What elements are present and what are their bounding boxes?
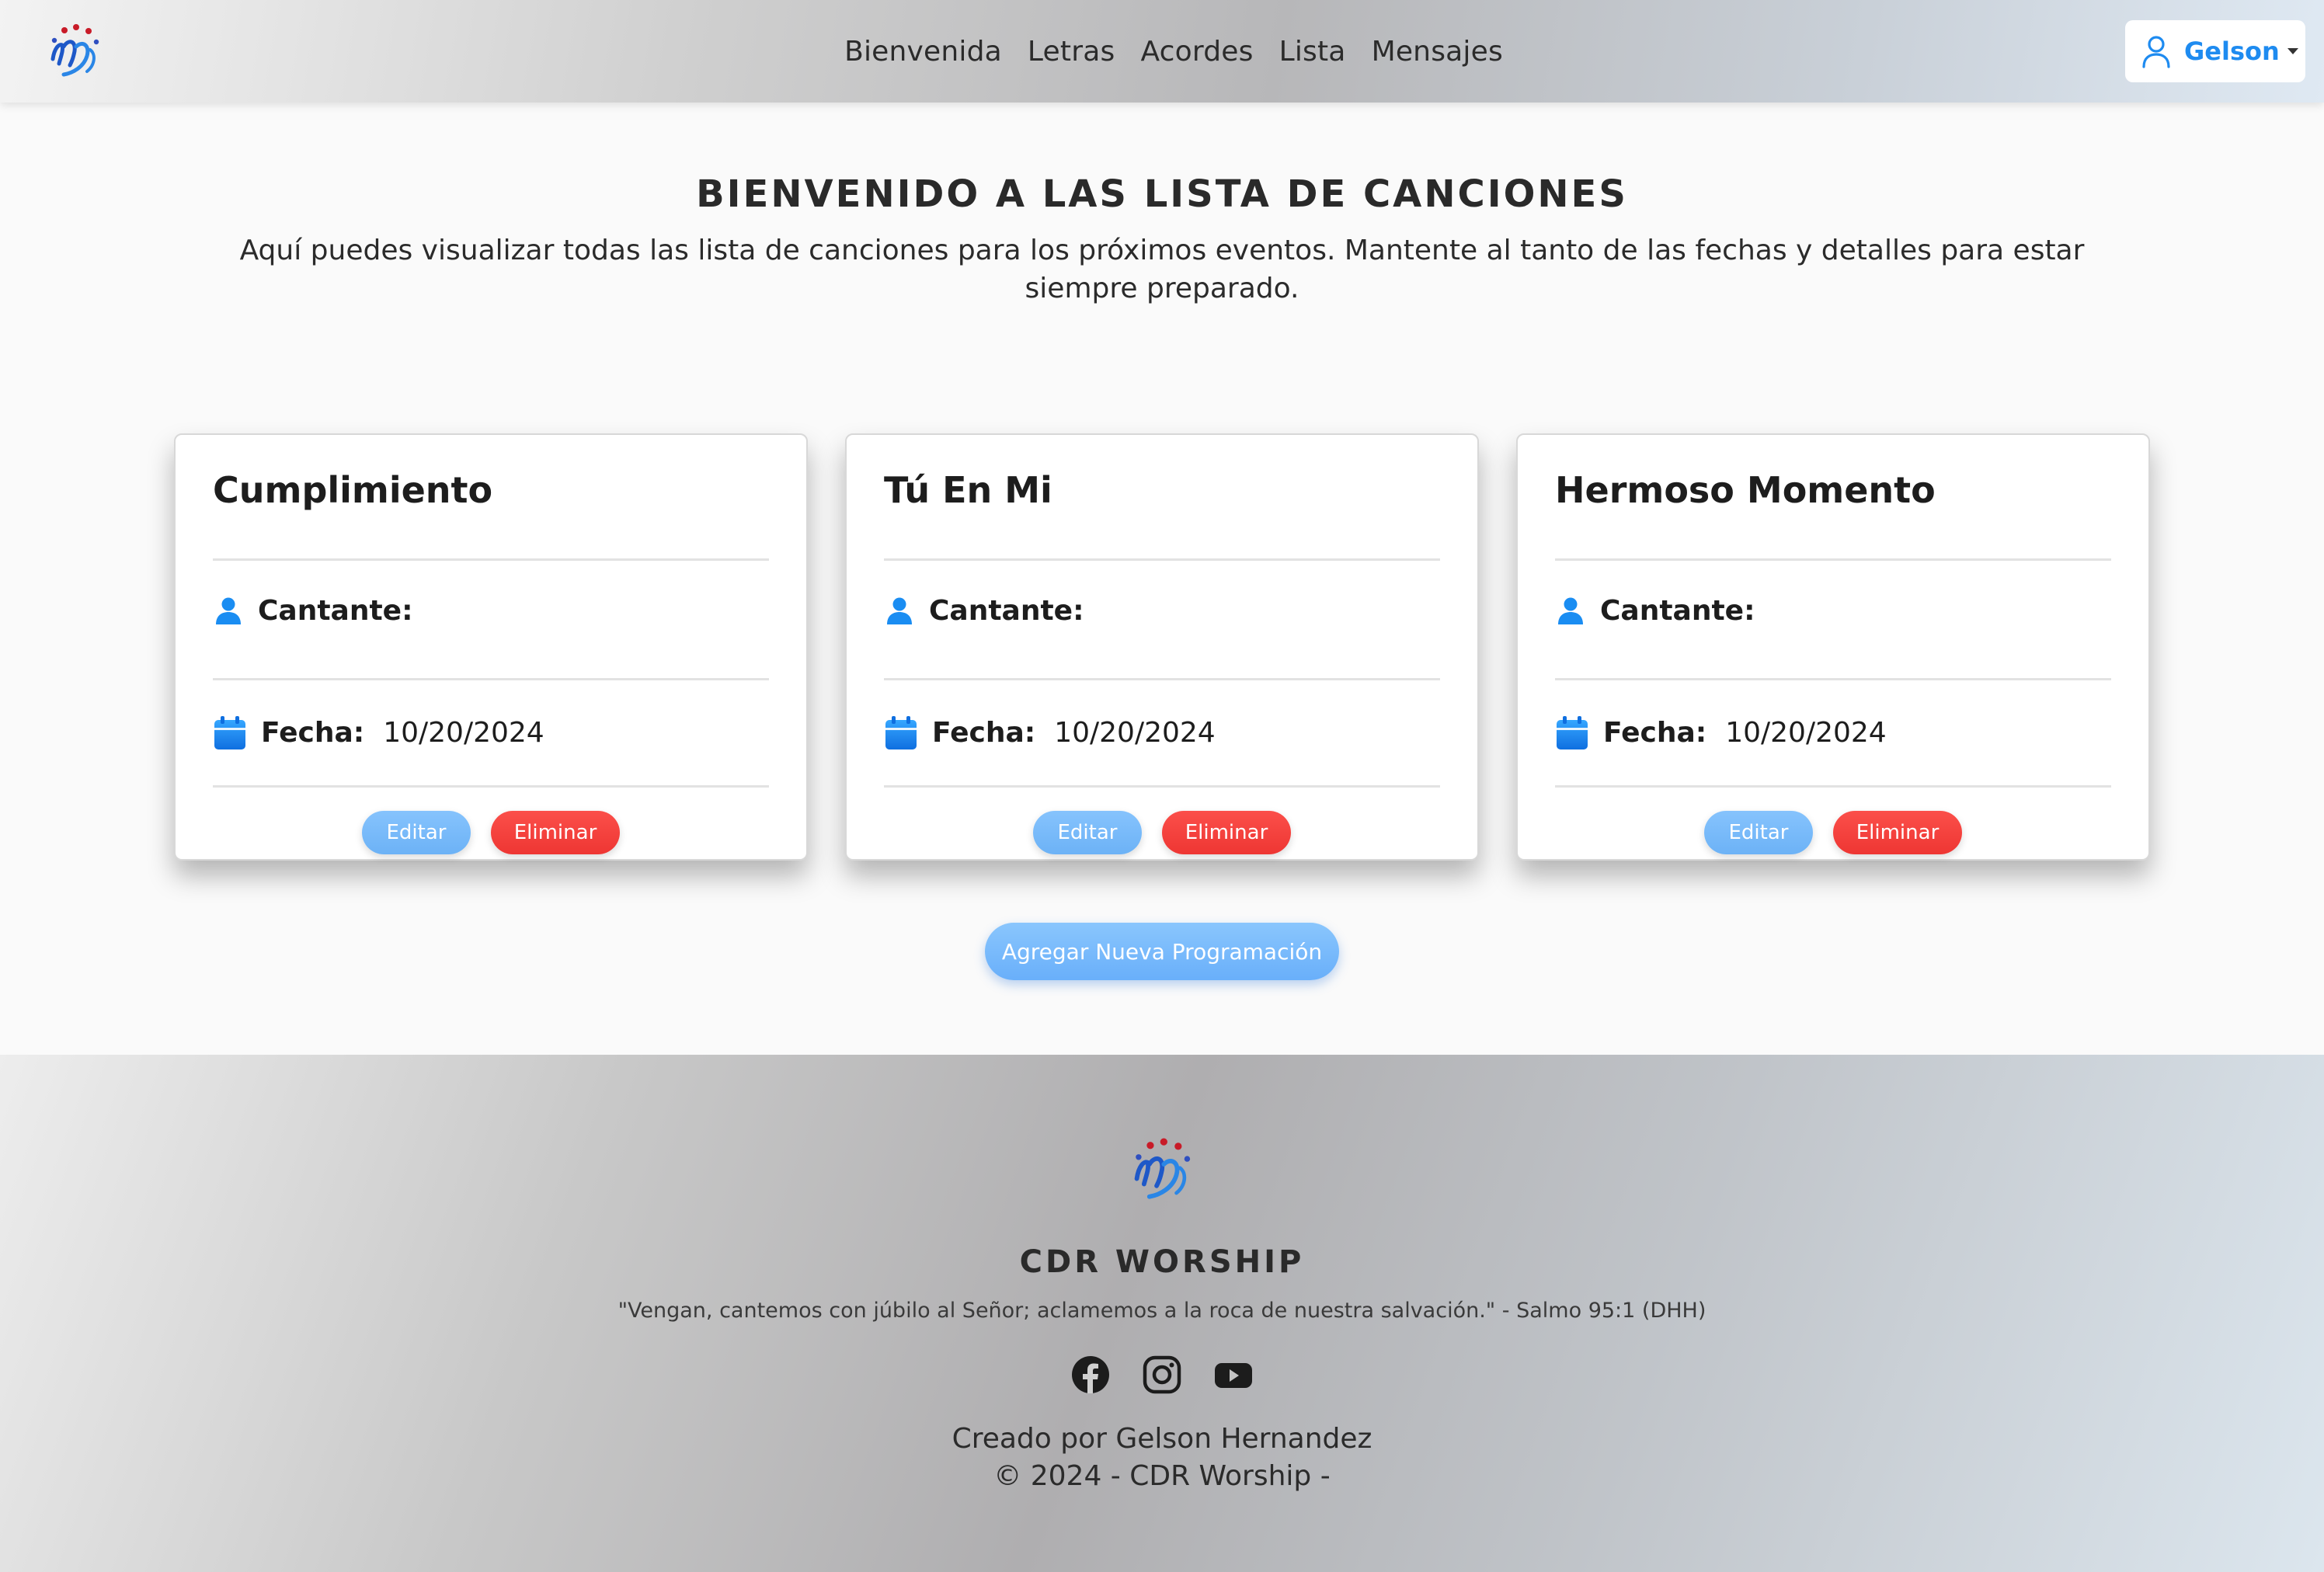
card-title: Tú En Mi [884, 469, 1440, 561]
nav-link-letras[interactable]: Letras [1028, 36, 1115, 68]
song-card: Hermoso Momento Cantante: Fecha: 10/20/2… [1516, 433, 2150, 861]
cdr-worship-logo [1134, 1138, 1191, 1199]
calendar-icon [1557, 715, 1588, 749]
nav-link-bienvenida[interactable]: Bienvenida [844, 36, 1002, 68]
card-actions: Editar Eliminar [213, 811, 769, 854]
singer-row: Cantante: [1555, 561, 2111, 680]
edit-button[interactable]: Editar [1704, 811, 1813, 854]
person-icon [1558, 597, 1583, 624]
date-label: Fecha: [261, 717, 365, 749]
card-title: Hermoso Momento [1555, 469, 2111, 561]
user-menu-button[interactable]: Gelson [2125, 20, 2305, 82]
date-label: Fecha: [932, 717, 1036, 749]
card-actions: Editar Eliminar [1555, 811, 2111, 854]
delete-button[interactable]: Eliminar [1162, 811, 1291, 854]
date-row: Fecha: 10/20/2024 [213, 680, 769, 788]
user-icon [2142, 36, 2170, 68]
nav-link-acordes[interactable]: Acordes [1140, 36, 1253, 68]
instagram-icon[interactable] [1142, 1355, 1182, 1395]
footer-credit: Creado por Gelson Hernandez [952, 1423, 1372, 1455]
user-name: Gelson [2184, 37, 2280, 66]
footer-copyright: © 2024 - CDR Worship - [993, 1460, 1331, 1492]
person-icon [216, 597, 241, 624]
song-card: Tú En Mi Cantante: Fecha: 10/20/2024 Edi… [845, 433, 1479, 861]
footer-quote: "Vengan, cantemos con júbilo al Señor; a… [618, 1299, 1706, 1323]
song-list-cards: Cumplimiento Cantante: Fecha: 10/20/2024… [174, 433, 2150, 862]
card-actions: Editar Eliminar [884, 811, 1440, 854]
delete-button[interactable]: Eliminar [1833, 811, 1962, 854]
calendar-icon [885, 715, 917, 749]
person-icon [887, 597, 912, 624]
singer-label: Cantante: [929, 595, 1084, 627]
date-row: Fecha: 10/20/2024 [1555, 680, 2111, 788]
singer-row: Cantante: [213, 561, 769, 680]
footer: CDR WORSHIP "Vengan, cantemos con júbilo… [0, 1055, 2324, 1572]
singer-label: Cantante: [258, 595, 413, 627]
date-value: 10/20/2024 [1725, 717, 1887, 749]
date-row: Fecha: 10/20/2024 [884, 680, 1440, 788]
delete-button[interactable]: Eliminar [491, 811, 620, 854]
singer-row: Cantante: [884, 561, 1440, 680]
page-title: BIENVENIDO A LAS LISTA DE CANCIONES [696, 172, 1628, 216]
social-links [1070, 1353, 1254, 1396]
footer-brand: CDR WORSHIP [1019, 1244, 1305, 1280]
youtube-icon[interactable] [1213, 1355, 1254, 1395]
calendar-icon [214, 715, 245, 749]
edit-button[interactable]: Editar [362, 811, 471, 854]
chevron-down-icon [2287, 48, 2298, 54]
nav-link-lista[interactable]: Lista [1279, 36, 1346, 68]
facebook-icon[interactable] [1070, 1355, 1111, 1395]
song-card: Cumplimiento Cantante: Fecha: 10/20/2024… [174, 433, 808, 861]
edit-button[interactable]: Editar [1033, 811, 1142, 854]
nav-link-mensajes[interactable]: Mensajes [1372, 36, 1503, 68]
date-value: 10/20/2024 [383, 717, 544, 749]
date-label: Fecha: [1603, 717, 1707, 749]
navbar: Bienvenida Letras Acordes Lista Mensajes… [0, 0, 2324, 103]
singer-label: Cantante: [1600, 595, 1755, 627]
date-value: 10/20/2024 [1054, 717, 1216, 749]
page-subtitle: Aquí puedes visualizar todas las lista d… [239, 235, 2085, 304]
nav-links: Bienvenida Letras Acordes Lista Mensajes [0, 0, 2324, 103]
add-new-programming-button[interactable]: Agregar Nueva Programación [985, 923, 1339, 980]
card-title: Cumplimiento [213, 469, 769, 561]
